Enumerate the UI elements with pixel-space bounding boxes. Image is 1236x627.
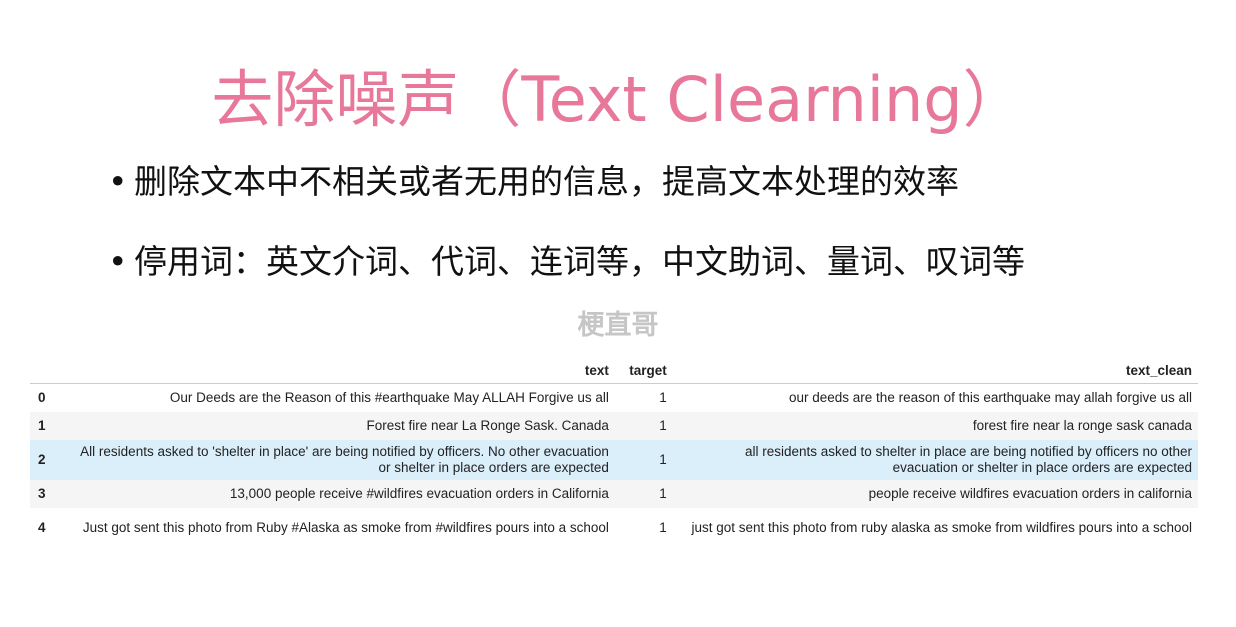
table-row: 1 Forest fire near La Ronge Sask. Canada… [30, 411, 1198, 440]
cell-text-clean: our deeds are the reason of this earthqu… [789, 389, 1192, 405]
cell-target: 1 [614, 439, 673, 480]
cell-text: 13,000 people receive #wildfires evacuat… [67, 479, 615, 508]
cell-target: 1 [659, 389, 667, 405]
column-header-text: text [67, 356, 615, 384]
table-row: 4 Just got sent this photo from Ruby #Al… [30, 508, 1198, 548]
row-index: 1 [30, 411, 68, 440]
table-row: 3 13,000 people receive #wildfires evacu… [30, 479, 1198, 508]
column-header-target: target [614, 356, 673, 384]
cell-text-clean: forest fire near la ronge sask canada [672, 411, 1198, 440]
table-row: 2 All residents asked to 'shelter in pla… [30, 439, 1198, 480]
cell-text: Our Deeds are the Reason of this #earthq… [169, 389, 609, 405]
column-header-index [30, 356, 68, 384]
cell-text-clean: people receive wildfires evacuation orde… [672, 479, 1198, 508]
table-row: 0 Our Deeds are the Reason of this #eart… [30, 384, 1198, 412]
cell-text-clean: all residents asked to shelter in place … [672, 439, 1198, 480]
cell-text: Just got sent this photo from Ruby #Alas… [82, 519, 609, 535]
bullet-item-stopwords: 停用词：英文介词、代词、连词等，中文助词、量词、叹词等 [108, 240, 1208, 284]
bullet-list: 删除文本中不相关或者无用的信息，提高文本处理的效率 停用词：英文介词、代词、连词… [108, 160, 1208, 320]
row-index: 0 [38, 389, 46, 405]
slide-title: 去除噪声（Text Clearning） [211, 62, 1025, 136]
row-index: 2 [30, 439, 68, 480]
row-index: 4 [38, 519, 46, 535]
table-header-row: text target text_clean [30, 356, 1198, 384]
cell-target: 1 [614, 479, 673, 508]
cell-target: 1 [659, 519, 667, 535]
cell-target: 1 [614, 411, 673, 440]
watermark: 梗直哥 [577, 310, 659, 341]
bullet-item-noise-removal: 删除文本中不相关或者无用的信息，提高文本处理的效率 [108, 160, 1208, 204]
cell-text: Forest fire near La Ronge Sask. Canada [67, 411, 615, 440]
column-header-text-clean: text_clean [672, 356, 1198, 384]
cell-text: All residents asked to 'shelter in place… [67, 439, 615, 480]
cell-text-clean: just got sent this photo from ruby alask… [691, 519, 1192, 535]
dataframe-table: text target text_clean 0 Our Deeds are t… [30, 356, 1198, 548]
row-index: 3 [30, 479, 68, 508]
